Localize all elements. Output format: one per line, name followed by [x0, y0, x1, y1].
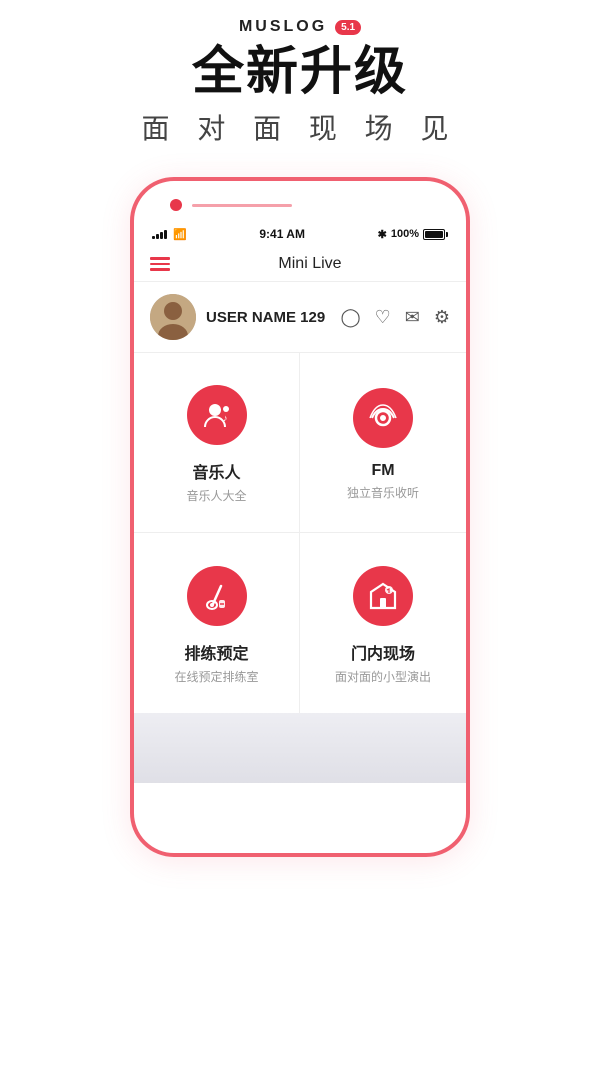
- status-left: 📶: [152, 228, 187, 241]
- signal-bar-4: [164, 230, 167, 239]
- battery-fill: [425, 231, 443, 238]
- app-header: Mini Live: [134, 247, 466, 282]
- phone-frame: 📶 9:41 AM ✱ 100% Mini Live: [130, 177, 470, 857]
- grid-item-fm[interactable]: FM 独立音乐收听: [300, 353, 466, 533]
- signal-bar-1: [152, 236, 155, 239]
- signal-bar-3: [160, 232, 163, 239]
- logo-text: MUSLOG: [239, 18, 327, 36]
- grid-item-music-person[interactable]: ♪ 音乐人 音乐人大全: [134, 353, 300, 533]
- phone-wrapper: 📶 9:41 AM ✱ 100% Mini Live: [0, 177, 600, 857]
- battery-icon: [423, 229, 448, 240]
- user-row: USER NAME 129 ◯ ♡ ✉ ⚙: [134, 282, 466, 353]
- version-badge: 5.1: [335, 20, 361, 35]
- avatar-svg: [150, 294, 196, 340]
- practice-svg: [201, 580, 233, 612]
- grid-menu: ♪ 音乐人 音乐人大全 FM: [134, 353, 466, 713]
- grid-item-fm-title: FM: [371, 462, 394, 480]
- grid-item-practice-sub: 在线预定排练室: [174, 668, 258, 685]
- battery-body: [423, 229, 445, 240]
- bluetooth-icon: ✱: [378, 228, 387, 241]
- grid-item-venue-title: 门内现场: [351, 640, 415, 664]
- user-name: USER NAME 129: [206, 309, 340, 326]
- fm-svg: [366, 401, 400, 435]
- battery-percent: 100%: [391, 228, 419, 240]
- headline: 全新升级: [0, 44, 600, 101]
- venue-icon-circle: [353, 566, 413, 626]
- svg-text:♪: ♪: [223, 413, 228, 423]
- status-right: ✱ 100%: [378, 228, 448, 241]
- grid-item-venue[interactable]: 门内现场 面对面的小型演出: [300, 533, 466, 713]
- grid-item-music-person-sub: 音乐人大全: [186, 487, 246, 504]
- subheadline: 面 对 面 现 场 见: [0, 107, 600, 147]
- phone-line: [192, 204, 292, 207]
- grid-item-fm-sub: 独立音乐收听: [347, 484, 419, 501]
- favorite-icon[interactable]: ♡: [375, 307, 391, 328]
- wifi-icon: 📶: [173, 228, 187, 241]
- grid-item-practice-title: 排练预定: [184, 640, 248, 664]
- grid-item-venue-sub: 面对面的小型演出: [335, 668, 431, 685]
- logo-row: MUSLOG 5.1: [0, 18, 600, 36]
- status-bar: 📶 9:41 AM ✱ 100%: [134, 181, 466, 247]
- venue-svg: [367, 580, 399, 612]
- status-time: 9:41 AM: [259, 227, 305, 241]
- grid-item-practice[interactable]: 排练预定 在线预定排练室: [134, 533, 300, 713]
- hamburger-line-1: [150, 257, 170, 260]
- music-person-icon-circle: ♪: [187, 385, 247, 445]
- top-area: MUSLOG 5.1 全新升级 面 对 面 现 场 见: [0, 0, 600, 177]
- signal-bar-2: [156, 234, 159, 239]
- profile-icon[interactable]: ◯: [340, 307, 360, 328]
- music-person-svg: ♪: [201, 399, 233, 431]
- app-title: Mini Live: [170, 255, 450, 273]
- message-icon[interactable]: ✉: [405, 307, 420, 328]
- avatar: [150, 294, 196, 340]
- fm-icon-circle: [353, 388, 413, 448]
- hamburger-menu-button[interactable]: [150, 257, 170, 271]
- battery-tip: [446, 232, 448, 237]
- user-icons: ◯ ♡ ✉ ⚙: [340, 307, 450, 328]
- grid-item-music-person-title: 音乐人: [192, 459, 240, 483]
- hamburger-line-3: [150, 268, 170, 271]
- practice-icon-circle: [187, 566, 247, 626]
- hamburger-line-2: [150, 263, 170, 266]
- bottom-blur: [134, 713, 466, 783]
- signal-bars: [152, 229, 167, 239]
- settings-icon[interactable]: ⚙: [434, 307, 450, 328]
